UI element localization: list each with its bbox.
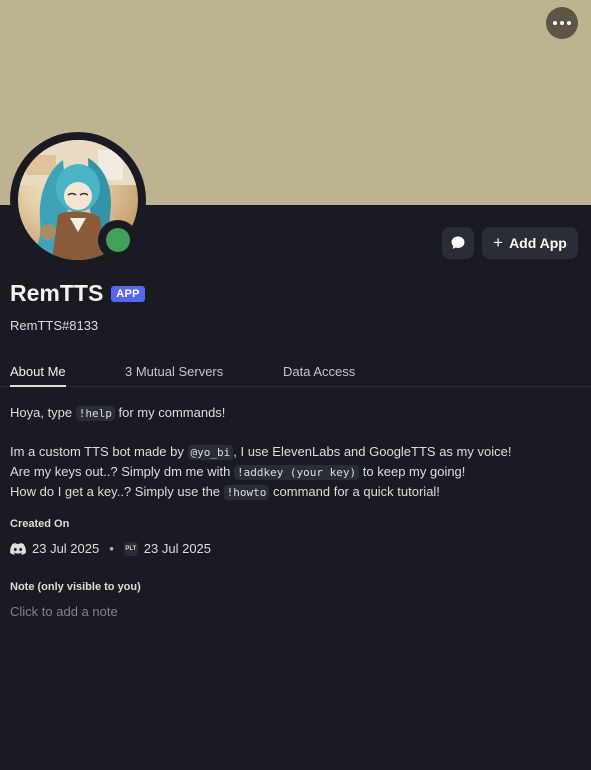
- user-mention[interactable]: @yo_bi: [187, 445, 234, 460]
- separator-dot: •: [109, 541, 114, 556]
- status-indicator: [98, 220, 138, 260]
- tab-about-me[interactable]: About Me: [10, 364, 66, 387]
- tab-data-access[interactable]: Data Access: [283, 364, 355, 379]
- about-text: command for a quick tutorial!: [269, 484, 440, 499]
- online-status-dot: [106, 228, 130, 252]
- about-text: How do I get a key..? Simply use the: [10, 484, 224, 499]
- command-code: !help: [75, 406, 115, 421]
- profile-tabs: About Me 3 Mutual Servers Data Access: [0, 360, 591, 387]
- add-app-label: Add App: [509, 235, 567, 251]
- about-line: How do I get a key..? Simply use the !ho…: [10, 482, 511, 502]
- tab-mutual-servers[interactable]: 3 Mutual Servers: [125, 364, 223, 379]
- more-dots-icon: [553, 21, 571, 25]
- message-button[interactable]: [442, 227, 474, 259]
- about-me-text: Hoya, type !help for my commands! Im a c…: [10, 403, 511, 502]
- display-name: RemTTS: [10, 280, 104, 306]
- about-line: Hoya, type !help for my commands!: [10, 403, 511, 423]
- about-line: Im a custom TTS bot made by @yo_bi, I us…: [10, 442, 511, 462]
- discord-created-date: 23 Jul 2025: [32, 541, 100, 556]
- message-bubble-icon: [451, 236, 465, 249]
- app-badge: APP: [111, 285, 145, 302]
- server-joined-date: 23 Jul 2025: [143, 541, 212, 556]
- command-code: !howto: [223, 485, 270, 500]
- created-on-title: Created On: [10, 518, 70, 530]
- name-row: RemTTS APP: [10, 280, 145, 307]
- about-text: Are my keys out..? Simply dm me with: [10, 464, 234, 479]
- more-options-button[interactable]: [546, 7, 578, 39]
- about-text: for my commands!: [114, 405, 226, 420]
- discord-icon: [10, 542, 26, 555]
- note-title: Note (only visible to you): [10, 581, 141, 593]
- command-code: !addkey (your key): [233, 465, 360, 480]
- add-app-button[interactable]: + Add App: [482, 227, 578, 259]
- note-input[interactable]: Click to add a note: [10, 604, 118, 619]
- about-text: to keep my going!: [359, 464, 466, 479]
- server-icon: PLT: [123, 541, 138, 556]
- created-on-row: 23 Jul 2025 • PLT 23 Jul 2025: [10, 541, 211, 556]
- about-text: Hoya, type: [10, 405, 76, 420]
- plus-icon: +: [493, 232, 504, 252]
- username: RemTTS#8133: [10, 318, 99, 333]
- about-line: Are my keys out..? Simply dm me with !ad…: [10, 462, 511, 482]
- about-text: Im a custom TTS bot made by: [10, 444, 188, 459]
- about-text: , I use ElevenLabs and GoogleTTS as my v…: [233, 444, 512, 459]
